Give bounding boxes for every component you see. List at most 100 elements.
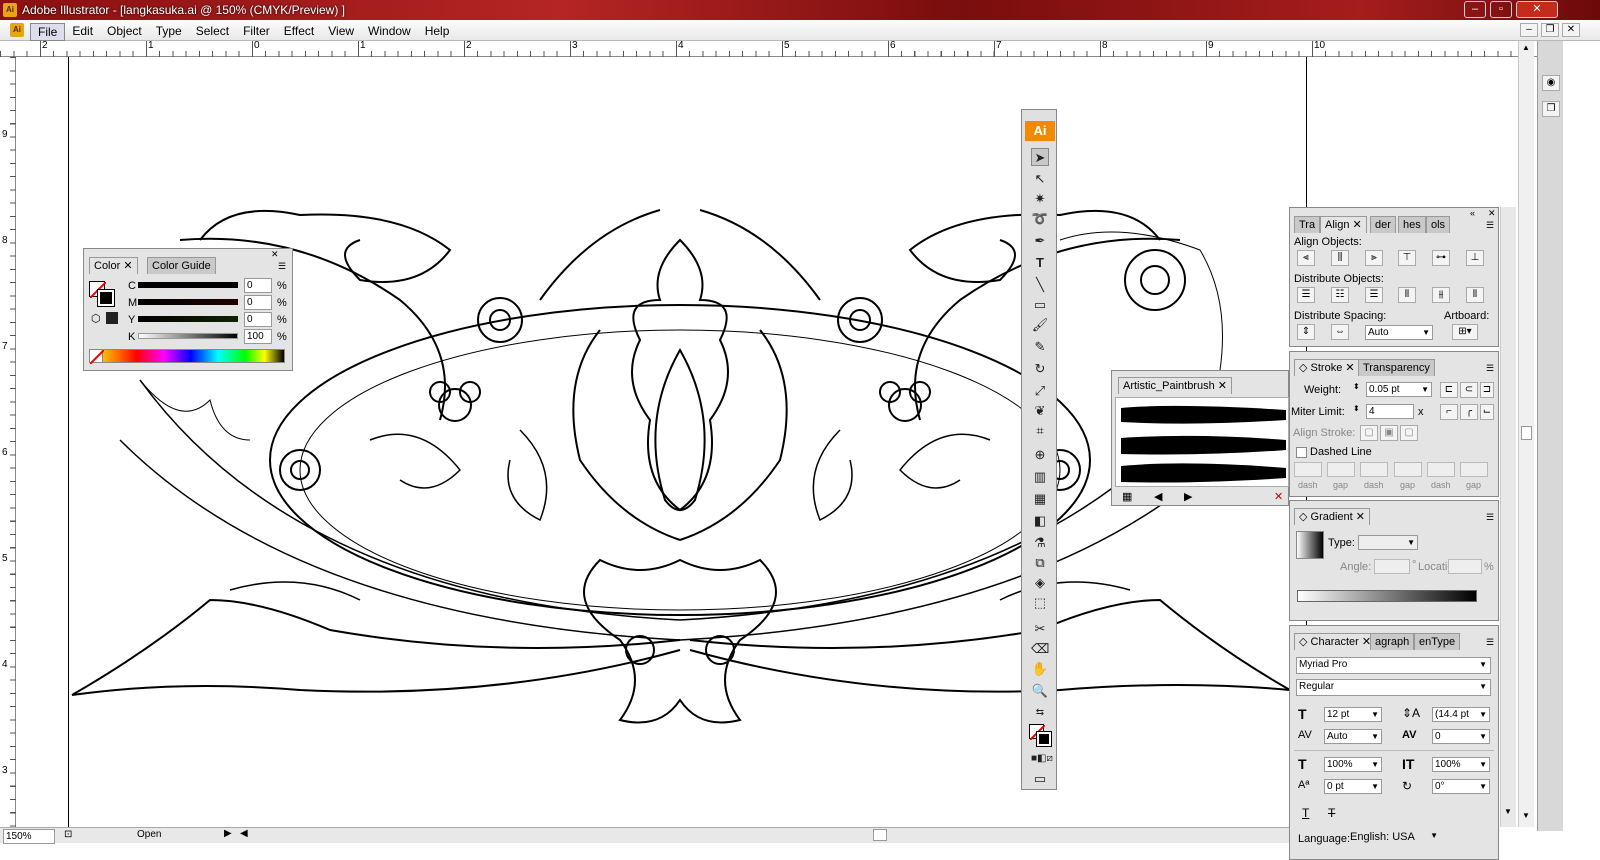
live-paint-selection-icon[interactable]: ⬚ (1031, 594, 1049, 612)
horizontal-scale-field[interactable]: 100% ▼ (1432, 757, 1490, 772)
brush-library-icon[interactable]: ▦ (1122, 490, 1132, 503)
tab-pathfinder[interactable]: der (1370, 216, 1396, 233)
spacing-horizontal-icon[interactable]: ⇔ (1331, 324, 1349, 340)
scroll-up-icon[interactable]: ▲ (1522, 43, 1530, 52)
cap-square-icon[interactable]: ⊐ (1480, 382, 1494, 398)
character-rotation-field[interactable]: 0° ▼ (1432, 779, 1490, 794)
join-round-icon[interactable]: ╭ (1460, 404, 1478, 420)
distribute-right-icon[interactable]: ⫴ (1466, 287, 1484, 303)
dashed-line-checkbox[interactable] (1296, 447, 1307, 458)
gradient-tool-icon[interactable]: ◧ (1031, 512, 1049, 530)
panel-collapse-icon[interactable]: « (1470, 208, 1475, 218)
web-safe-swatch[interactable] (106, 312, 118, 324)
symbol-sprayer-tool-icon[interactable]: ⊕ (1031, 446, 1049, 464)
leading-field[interactable]: (14.4 pt ▼ (1432, 707, 1490, 722)
blend-tool-icon[interactable]: ⧉ (1031, 554, 1049, 572)
menu-select[interactable]: Select (189, 23, 236, 41)
align-left-icon[interactable]: ⫷ (1297, 250, 1315, 266)
next-library-icon[interactable]: ▶ (1184, 490, 1192, 503)
dash-field-3[interactable] (1427, 462, 1455, 477)
menu-type[interactable]: Type (149, 23, 189, 41)
tab-symbols[interactable]: ols (1426, 216, 1451, 233)
hscroll-left-icon[interactable]: ◀ (240, 828, 248, 839)
align-to-artboard-icon[interactable]: ⊞▾ (1452, 324, 1478, 340)
eraser-tool-icon[interactable]: ⌫ (1031, 640, 1049, 658)
channel-m-slider[interactable] (138, 299, 238, 305)
channel-y-slider[interactable] (138, 316, 238, 322)
panel-menu-icon[interactable]: ☰ (278, 261, 286, 272)
gap-field-3[interactable] (1460, 462, 1488, 477)
join-bevel-icon[interactable]: ⌙ (1480, 404, 1494, 420)
align-bottom-icon[interactable]: ⊥ (1466, 250, 1484, 266)
direct-selection-tool-icon[interactable]: ↖ (1031, 170, 1049, 188)
channel-c-slider[interactable] (138, 282, 238, 288)
mesh-tool-icon[interactable]: ▦ (1031, 490, 1049, 508)
tab-transform[interactable]: Tra (1294, 216, 1321, 233)
menu-edit[interactable]: Edit (65, 23, 100, 41)
panel-close-icon[interactable]: ✕ (271, 249, 279, 260)
gap-field-1[interactable] (1327, 462, 1355, 477)
stroke-swatch[interactable] (97, 289, 115, 307)
distribute-top-icon[interactable]: ☰ (1297, 287, 1315, 303)
align-hcenter-icon[interactable]: ⫼ (1331, 250, 1349, 266)
tool-stroke-swatch[interactable] (1036, 731, 1052, 747)
tab-paragraph[interactable]: agraph (1370, 633, 1415, 650)
align-top-icon[interactable]: ⊤ (1398, 250, 1416, 266)
tab-transparency[interactable]: Transparency (1358, 359, 1435, 376)
channel-c-field[interactable]: 0 (244, 278, 272, 293)
warp-tool-icon[interactable]: ❦ (1031, 402, 1049, 420)
menu-help[interactable]: Help (418, 23, 457, 41)
swap-colors-icon[interactable]: ⇆ (1031, 704, 1049, 722)
scale-tool-icon[interactable]: ⤢ (1031, 382, 1049, 400)
gap-field-2[interactable] (1394, 462, 1422, 477)
underline-icon[interactable]: T (1302, 806, 1309, 820)
kerning-field[interactable]: Auto ▼ (1324, 729, 1382, 744)
tracking-field[interactable]: 0 ▼ (1432, 729, 1490, 744)
rectangle-tool-icon[interactable]: ▭ (1031, 296, 1049, 314)
panel-dock-scrollbar[interactable]: ▼ (1500, 207, 1516, 827)
prev-library-icon[interactable]: ◀ (1154, 490, 1162, 503)
type-tool-icon[interactable]: T (1031, 254, 1049, 272)
menu-view[interactable]: View (321, 23, 361, 41)
appearance-icon[interactable]: ◉ (1542, 75, 1560, 91)
miter-field[interactable]: 4 (1366, 404, 1414, 419)
out-of-gamut-icon[interactable]: ⬡ (91, 312, 101, 325)
location-field[interactable] (1448, 559, 1482, 574)
strikethrough-icon[interactable]: T (1328, 806, 1335, 820)
cap-round-icon[interactable]: ⊂ (1460, 382, 1478, 398)
panel-scroll-down-icon[interactable]: ▼ (1504, 807, 1512, 816)
align-right-icon[interactable]: ⫸ (1365, 250, 1383, 266)
graph-tool-icon[interactable]: ▥ (1031, 468, 1049, 486)
screen-mode-icon[interactable]: ▭ (1031, 770, 1049, 788)
scroll-down-icon[interactable]: ▼ (1522, 811, 1530, 820)
font-style-select[interactable]: Regular ▼ (1296, 679, 1491, 696)
font-size-field[interactable]: 12 pt ▼ (1324, 707, 1382, 722)
lasso-tool-icon[interactable]: ➰ (1031, 210, 1049, 228)
align-vcenter-icon[interactable]: ⊶ (1432, 250, 1450, 266)
free-transform-tool-icon[interactable]: ⌗ (1031, 422, 1049, 440)
live-paint-tool-icon[interactable]: ◈ (1031, 574, 1049, 592)
panel-menu-icon[interactable]: ☰ (1486, 512, 1494, 523)
weight-stepper-icon[interactable]: ⬍ (1353, 382, 1360, 391)
doc-restore-icon[interactable]: ❐ (1541, 23, 1559, 37)
tab-color-guide[interactable]: Color Guide (147, 257, 216, 274)
maximize-button[interactable]: ▫ (1490, 1, 1512, 18)
artboard-nav-icon[interactable]: ⊡ (64, 829, 72, 840)
tab-stroke[interactable]: ◇ Stroke ✕ (1294, 359, 1360, 376)
cap-butt-icon[interactable]: ⊏ (1440, 382, 1458, 398)
panel-menu-icon[interactable]: ☰ (1486, 363, 1494, 374)
line-tool-icon[interactable]: ╲ (1031, 276, 1049, 294)
tab-align[interactable]: Align ✕ (1320, 216, 1367, 233)
tab-color[interactable]: Color ✕ (89, 257, 138, 274)
scroll-thumb[interactable] (1521, 426, 1532, 440)
rotate-tool-icon[interactable]: ↻ (1031, 360, 1049, 378)
zoom-tool-icon[interactable]: 🔍 (1031, 682, 1049, 700)
menu-filter[interactable]: Filter (236, 23, 277, 41)
vertical-scrollbar[interactable]: ▲ ▼ (1518, 41, 1534, 827)
align-stroke-inside-icon[interactable]: ▣ (1380, 425, 1398, 441)
color-spectrum[interactable] (89, 349, 285, 363)
close-button[interactable]: ✕ (1516, 1, 1558, 18)
doc-minimize-icon[interactable]: – (1520, 23, 1538, 37)
brush-list[interactable] (1115, 397, 1289, 487)
paintbrush-tool-icon[interactable]: 🖌 (1031, 316, 1049, 334)
